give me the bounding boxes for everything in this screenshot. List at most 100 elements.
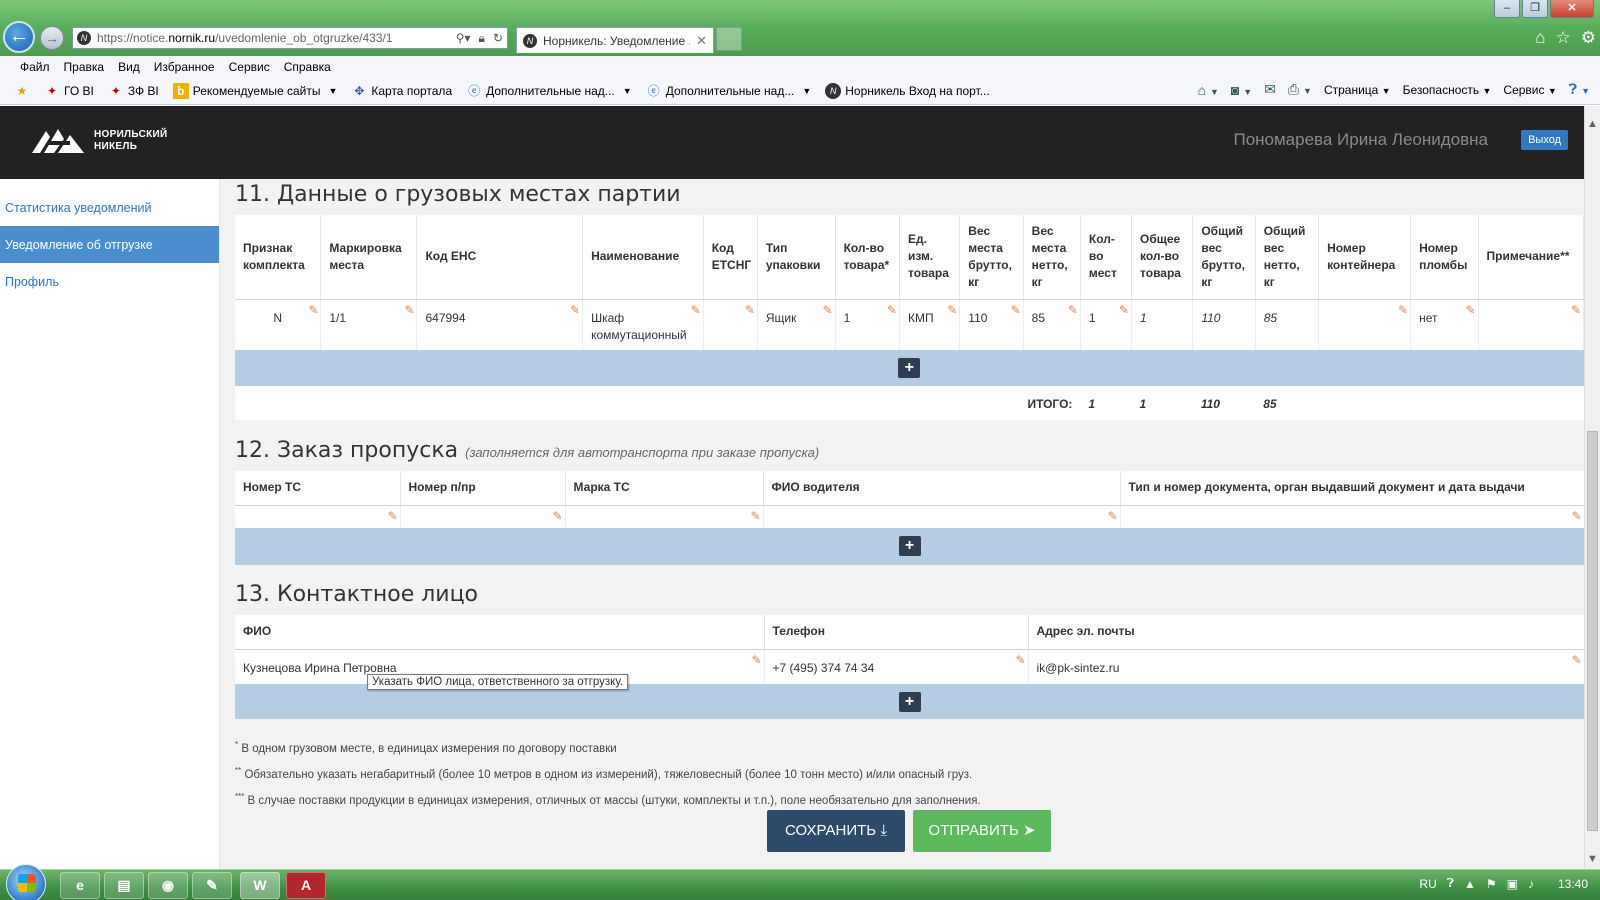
help-icon[interactable]: ❓︎ [1447,876,1454,891]
table-cell[interactable]: 647994 ✎ [416,299,584,350]
print-icon[interactable]: ⎙ ▼ [1288,81,1312,98]
sidebar-item-profile[interactable]: Профиль [0,263,219,300]
contact-phone-cell[interactable]: +7 (495) 374 74 34 ✎ [764,649,1029,684]
taskbar-app-icon[interactable]: ✎ [192,872,232,899]
table-cell[interactable]: 85 ✎ [1023,299,1081,350]
action-center-flag-icon[interactable]: ⚑ [1486,877,1497,891]
taskbar-word-icon[interactable]: W [240,872,280,899]
mail-icon[interactable]: ✉ [1264,81,1276,98]
fav-extra-2[interactable]: ⓔ Дополнительные над... ▼ [646,83,812,99]
help-icon[interactable]: ❓︎ ▼ [1569,81,1590,98]
add-pass-row-button[interactable]: + [898,536,921,556]
taskbar-ie-icon[interactable]: e [60,872,100,899]
edit-pencil-icon[interactable]: ✎ [552,508,562,525]
scroll-thumb[interactable] [1587,431,1598,831]
fav-recommended-sites[interactable]: b Рекомендуемые сайты ▼ [172,83,337,99]
edit-pencil-icon[interactable]: ✎ [745,302,755,319]
menu-tools[interactable]: Сервис [229,60,270,74]
taskbar-media-icon[interactable]: ◉ [148,872,188,899]
cmd-tools[interactable]: Сервис ▼ [1503,83,1556,97]
fav-zf-bi[interactable]: ✦ ЗФ ВІ [108,83,159,99]
sidebar-item-shipment-notice[interactable]: Уведомление об отгрузке [0,226,219,263]
edit-pencil-icon[interactable]: ✎ [1571,652,1581,669]
menu-view[interactable]: Вид [118,60,140,74]
save-button[interactable]: СОХРАНИТЬ ⤓ [767,810,905,852]
table-cell[interactable]: ✎ [703,299,758,350]
close-tab-icon[interactable]: ✕ [696,33,707,49]
edit-pencil-icon[interactable]: ✎ [1011,302,1021,319]
edit-pencil-icon[interactable]: ✎ [570,302,580,319]
home-icon[interactable]: ⌂ [1535,28,1545,48]
cmd-page[interactable]: Страница ▼ [1324,83,1391,97]
menu-file[interactable]: Файл [20,60,50,74]
cmd-security[interactable]: Безопасность ▼ [1403,83,1492,97]
new-tab-button[interactable] [716,27,742,51]
back-arrow-icon[interactable]: ← [3,21,35,53]
menu-help[interactable]: Справка [284,60,331,74]
lock-icon[interactable]: 🔒︎ [479,31,485,46]
taskbar-explorer-icon[interactable]: ▤ [104,872,144,899]
edit-pencil-icon[interactable]: ✎ [1015,652,1025,669]
send-button[interactable]: ОТПРАВИТЬ ➤ [913,810,1051,852]
taskbar-pdf-icon[interactable]: A [286,872,326,899]
edit-pencil-icon[interactable]: ✎ [1119,302,1129,319]
start-button[interactable] [6,864,46,900]
menu-favorites[interactable]: Избранное [154,60,215,74]
table-cell[interactable]: ✎ [1478,299,1584,350]
table-cell[interactable]: 1/1 ✎ [320,299,418,350]
logout-button[interactable]: Выход [1521,130,1568,150]
fav-go-bi[interactable]: ✦ ГО ВІ [44,83,94,99]
close-window-icon[interactable]: ✕ [1550,0,1594,18]
address-bar[interactable]: N https://notice.nornik.ru/uvedomlenie_o… [72,27,508,49]
network-icon[interactable]: ▣ [1507,877,1518,891]
vehicle-number-cell[interactable]: ✎ [235,505,401,528]
edit-pencil-icon[interactable]: ✎ [751,652,761,669]
tray-arrow-icon[interactable]: ▲ [1464,877,1476,891]
table-cell[interactable]: 110 ✎ [959,299,1024,350]
settings-gear-icon[interactable]: ⚙ [1581,28,1596,48]
table-cell[interactable]: ✎ [1318,299,1412,350]
fav-extra-1[interactable]: ⓔ Дополнительные над... ▼ [466,83,632,99]
add-cargo-row-button[interactable]: + [898,358,921,378]
driver-document-cell[interactable]: ✎ [1120,505,1584,528]
driver-name-cell[interactable]: ✎ [763,505,1121,528]
restore-icon[interactable]: ❐ [1522,0,1548,18]
sidebar-item-statistics[interactable]: Статистика уведомлений [0,189,219,226]
pass-number-cell[interactable]: ✎ [400,505,566,528]
home-icon[interactable]: ⌂ ▼ [1198,82,1219,98]
edit-pencil-icon[interactable]: ✎ [1465,302,1475,319]
favorites-star-icon[interactable]: ☆ [1556,28,1571,48]
vehicle-brand-cell[interactable]: ✎ [565,505,764,528]
favorites-add-icon[interactable]: ★ [14,83,30,99]
table-cell[interactable]: N ✎ [235,299,322,350]
edit-pencil-icon[interactable]: ✎ [823,302,833,319]
add-contact-row-button[interactable]: + [898,692,921,712]
forward-arrow-icon[interactable]: → [40,26,64,50]
company-logo[interactable]: НОРИЛЬСКИЙ НИКЕЛЬ [30,123,168,159]
fav-portal-map[interactable]: ✥ Карта портала [351,83,452,99]
edit-pencil-icon[interactable]: ✎ [887,302,897,319]
edit-pencil-icon[interactable]: ✎ [947,302,957,319]
edit-pencil-icon[interactable]: ✎ [308,302,318,319]
edit-pencil-icon[interactable]: ✎ [691,302,701,319]
clock[interactable]: 13:40 [1558,877,1588,891]
refresh-icon[interactable]: ↻ [493,31,503,45]
language-indicator[interactable]: RU [1419,877,1436,891]
edit-pencil-icon[interactable]: ✎ [387,508,397,525]
edit-pencil-icon[interactable]: ✎ [404,302,414,319]
rss-feed-icon[interactable]: ◙ ▼ [1231,82,1252,98]
table-cell[interactable]: 1 ✎ [835,299,900,350]
table-cell[interactable]: 1 ✎ [1080,299,1133,350]
table-cell[interactable]: КМП ✎ [899,299,961,350]
minimize-icon[interactable]: ‒ [1494,0,1520,18]
search-icon[interactable]: ⚲▾ [456,31,471,45]
page-scrollbar[interactable]: ▲ ▼ [1584,106,1600,869]
edit-pencil-icon[interactable]: ✎ [1571,302,1581,319]
edit-pencil-icon[interactable]: ✎ [1398,302,1408,319]
scroll-down-icon[interactable]: ▼ [1587,853,1598,865]
edit-pencil-icon[interactable]: ✎ [1571,508,1581,525]
table-cell[interactable]: Шкаф коммутационный ✎ [582,299,704,350]
edit-pencil-icon[interactable]: ✎ [1068,302,1078,319]
fav-nornickel-login[interactable]: N Норникель Вход на порт... [825,83,990,99]
edit-pencil-icon[interactable]: ✎ [1107,508,1117,525]
